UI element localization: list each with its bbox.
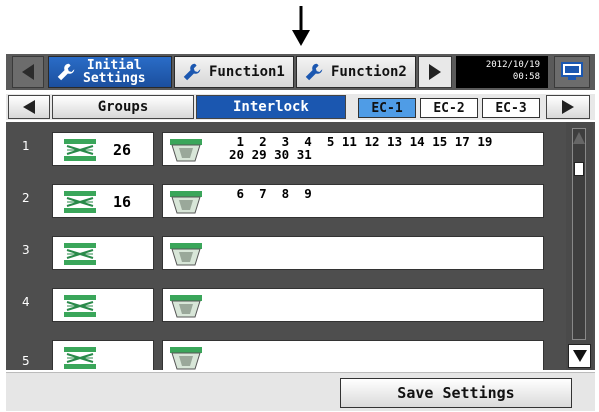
list-row[interactable]: 5 (6, 330, 566, 370)
indoor-units-list (229, 343, 539, 370)
row-number: 2 (22, 191, 30, 205)
tab-function2-label: Function2 (331, 64, 407, 80)
tab-prev-button[interactable] (12, 56, 44, 88)
wrench-icon (305, 63, 323, 81)
cassette-unit-icon (170, 191, 202, 214)
list-row[interactable]: 3 (6, 226, 566, 276)
left-arrow-icon (23, 100, 35, 114)
indoor-units-cell[interactable] (162, 288, 544, 322)
interlock-list: 1 26 1 2 3 4 5 11 12 13 14 15 17 19 20 29… (6, 122, 595, 370)
row-number: 1 (22, 139, 30, 153)
ec-1-button[interactable]: EC-1 (358, 98, 416, 118)
tab-groups[interactable]: Groups (52, 95, 194, 119)
cassette-unit-icon (170, 295, 202, 318)
row-number: 3 (22, 243, 30, 257)
heat-exchanger-icon (64, 347, 96, 369)
tab-interlock[interactable]: Interlock (196, 95, 346, 119)
tab-initial-settings[interactable]: Initial Settings (48, 56, 172, 88)
tab-function1[interactable]: Function1 (174, 56, 294, 88)
monitor-icon (561, 62, 583, 80)
indoor-units-list: 1 2 3 4 5 11 12 13 14 15 17 19 20 29 30 3… (229, 135, 539, 165)
cassette-unit-icon (170, 347, 202, 370)
group-cell[interactable] (52, 340, 154, 370)
indoor-units-cell[interactable] (162, 236, 544, 270)
save-settings-label: Save Settings (397, 384, 515, 402)
heat-exchanger-icon (64, 139, 96, 161)
group-number: 26 (113, 141, 132, 159)
tab-initial-settings-line2: Settings (83, 71, 146, 86)
group-cell[interactable] (52, 288, 154, 322)
top-tab-bar: Initial Settings Function1 Function2 201… (6, 54, 595, 90)
pointer-arrow-icon (292, 6, 310, 46)
time-text: 00:58 (512, 72, 540, 82)
subtab-prev-button[interactable] (8, 95, 50, 119)
bottom-bar: Save Settings (6, 372, 595, 411)
ec-3-button[interactable]: EC-3 (482, 98, 540, 118)
indoor-units-cell[interactable]: 1 2 3 4 5 11 12 13 14 15 17 19 20 29 30 3… (162, 132, 544, 166)
group-number: 16 (113, 193, 132, 211)
tab-next-button[interactable] (418, 56, 452, 88)
ec-3-label: EC-3 (495, 100, 527, 116)
indoor-units-list: 6 7 8 9 (229, 187, 539, 217)
group-cell[interactable]: 26 (52, 132, 154, 166)
indoor-units-cell[interactable]: 6 7 8 9 (162, 184, 544, 218)
cassette-unit-icon (170, 243, 202, 266)
group-cell[interactable] (52, 236, 154, 270)
tab-groups-label: Groups (97, 99, 149, 115)
indoor-units-line2: 20 29 30 31 (229, 147, 312, 162)
group-cell[interactable]: 16 (52, 184, 154, 218)
scroll-track[interactable] (572, 128, 586, 340)
right-arrow-icon (429, 64, 441, 80)
monitor-button[interactable] (554, 56, 590, 88)
list-row[interactable]: 4 (6, 278, 566, 328)
down-arrow-icon (572, 350, 587, 362)
cassette-unit-icon (170, 139, 202, 162)
ec-2-button[interactable]: EC-2 (420, 98, 478, 118)
heat-exchanger-icon (64, 243, 96, 265)
heat-exchanger-icon (64, 295, 96, 317)
indoor-units-list (229, 239, 539, 269)
save-settings-button[interactable]: Save Settings (340, 378, 572, 408)
right-arrow-icon (562, 100, 574, 114)
list-scrollbar[interactable] (566, 122, 593, 370)
scroll-up-icon (573, 132, 585, 144)
row-number: 5 (22, 354, 30, 368)
sub-tab-bar: Groups Interlock EC-1 EC-2 EC-3 (6, 94, 595, 120)
indoor-units-list (229, 291, 539, 321)
ec-2-label: EC-2 (433, 100, 465, 116)
tab-interlock-label: Interlock (233, 99, 309, 115)
tab-function1-label: Function1 (209, 64, 285, 80)
wrench-icon (183, 63, 201, 81)
datetime-display: 2012/10/19 00:58 (456, 56, 548, 88)
subtab-next-button[interactable] (546, 95, 590, 119)
list-row[interactable]: 1 26 1 2 3 4 5 11 12 13 14 15 17 19 20 29… (6, 122, 566, 172)
indoor-units-cell[interactable] (162, 340, 544, 370)
tab-function2[interactable]: Function2 (296, 56, 416, 88)
scroll-thumb[interactable] (574, 162, 584, 176)
left-arrow-icon (22, 64, 34, 80)
row-number: 4 (22, 295, 30, 309)
ec-1-label: EC-1 (371, 100, 403, 116)
heat-exchanger-icon (64, 191, 96, 213)
date-text: 2012/10/19 (485, 60, 540, 70)
scroll-down-button[interactable] (568, 344, 591, 368)
wrench-icon (57, 63, 75, 81)
indoor-units-line1: 6 7 8 9 (229, 186, 312, 201)
list-row[interactable]: 2 16 6 7 8 9 (6, 174, 566, 224)
